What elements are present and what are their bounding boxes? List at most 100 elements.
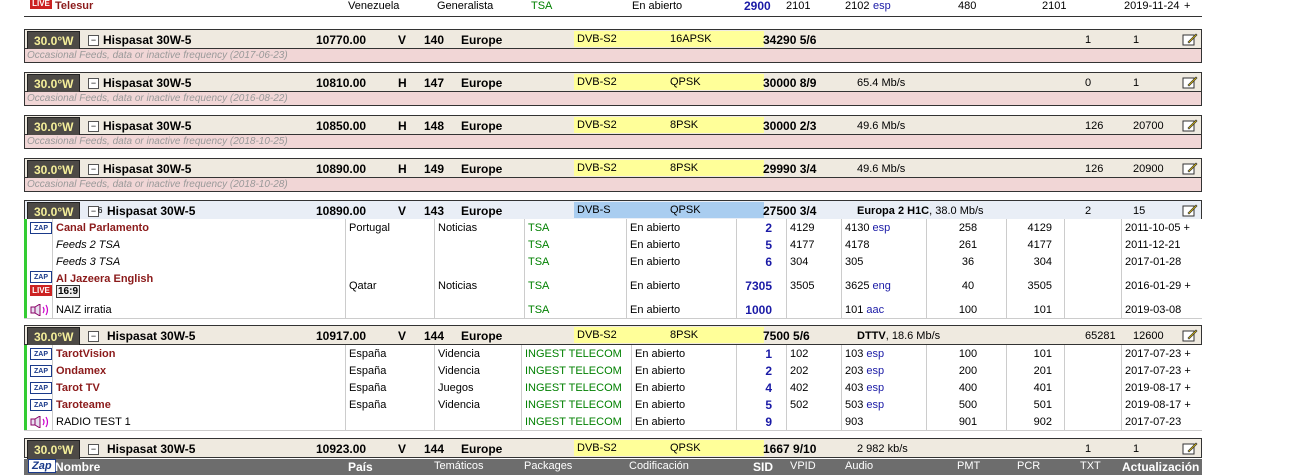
orbital-position[interactable]: 30.0°W [27,327,81,347]
zap-icon[interactable]: ZAP [30,221,52,234]
channel-name-cell: Taroteame [52,396,345,413]
channel-name[interactable]: NAIZ irratia [56,304,112,316]
satellite-name[interactable]: Hispasat 30W-5 [103,76,191,90]
channel-package[interactable]: TSA [524,270,626,301]
edit-icon[interactable] [1182,32,1198,46]
channel-row[interactable]: RADIO TEST 1 INGEST TELECOM En abierto 9… [24,413,1202,431]
col-date[interactable]: Actualización [1122,460,1199,474]
zap-icon[interactable]: ZAP [30,398,52,411]
beam: Europe [461,329,503,343]
transponder-number: 147 [424,76,445,90]
col-sid[interactable]: SID [753,460,773,474]
channel-vpid: 202 [786,362,841,379]
col-audio[interactable]: Audio [845,460,873,472]
beam: Europe [461,204,503,218]
channel-row[interactable]: ZAP Taroteame España Videncia INGEST TEL… [24,396,1202,414]
satellite-name[interactable]: Hispasat 30W-5 [103,119,191,133]
add-button[interactable]: + [1184,222,1190,234]
col-pmt[interactable]: PMT [957,460,980,472]
add-button[interactable]: + [1184,365,1190,377]
channel-package[interactable]: INGEST TELECOM [521,413,631,430]
channel-package[interactable]: INGEST TELECOM [521,379,631,396]
channel-row[interactable]: ZAP Tarot TV España Juegos INGEST TELECO… [24,379,1202,397]
channel-package[interactable]: TSA [524,236,626,253]
channel-row[interactable]: ZAP Ondamex España Videncia INGEST TELEC… [24,362,1202,380]
beam: Europe [461,119,503,133]
channel-name[interactable]: TarotVision [56,348,116,360]
channel-name[interactable]: Feeds 2 TSA [56,239,120,251]
satellite-name[interactable]: Hispasat 30W-5 [107,329,195,343]
collapse-icon[interactable]: − [88,444,99,455]
channel-vpid: 304 [786,253,841,270]
edit-icon[interactable] [1182,75,1198,89]
orbital-position[interactable]: 30.0°W [27,160,81,180]
edit-icon[interactable] [1182,328,1198,342]
collapse-icon[interactable]: − [88,35,99,46]
add-button[interactable]: + [1184,280,1190,292]
satellite-name[interactable]: Hispasat 30W-5 [107,442,195,456]
zap-icon[interactable]: ZAP [30,364,52,377]
orbital-position[interactable]: 30.0°W [27,31,81,51]
add-button[interactable]: + [1184,382,1190,394]
channel-name[interactable]: Tarot TV [56,382,100,394]
channel-pcr: 4177 [1006,236,1064,253]
collapse-icon[interactable]: − [88,78,99,89]
col-name[interactable]: Nombre [55,460,100,474]
channel-row[interactable]: Feeds 2 TSA TSA En abierto 5 4177 4178 2… [24,236,1202,254]
col-txt[interactable]: TXT [1080,460,1101,472]
edit-icon[interactable] [1182,161,1198,175]
zap-icon[interactable]: ZAP [30,381,52,394]
orbital-position[interactable]: 30.0°W [27,117,81,137]
channel-package[interactable]: TSA [531,0,552,12]
col-pcr[interactable]: PCR [1017,460,1040,472]
orbital-position[interactable]: 30.0°W [27,74,81,94]
channel-name[interactable]: Telesur [55,0,93,12]
channel-name[interactable]: Al Jazeera English [56,273,153,285]
edit-icon[interactable] [1182,118,1198,132]
channel-name[interactable]: Taroteame [56,399,111,411]
col-country[interactable]: País [348,460,373,474]
satellite-name[interactable]: Hispasat 30W-5 [107,204,195,218]
channel-pcr: 501 [1006,396,1064,413]
channel-genre: Noticias [434,219,524,236]
channel-row[interactable]: NAIZ irratia TSA En abierto 1000 101 aac… [24,301,1202,319]
transponder-header: 30.0°W − Hispasat 30W-5 10850.00 H 148 E… [24,115,1202,137]
col-encryption[interactable]: Codificación [629,460,689,472]
channel-package[interactable]: INGEST TELECOM [521,396,631,413]
channel-txt [1064,413,1121,430]
channel-name[interactable]: Feeds 3 TSA [56,256,120,268]
zap-icon[interactable]: ZAP [30,347,52,360]
add-button[interactable]: + [1184,0,1190,12]
channel-name[interactable]: Ondamex [56,365,106,377]
collapse-icon[interactable]: − [88,164,99,175]
channel-row-telesur[interactable]: LIVE Telesur Venezuela Generalista TSA E… [24,0,1202,17]
channel-row[interactable]: Feeds 3 TSA TSA En abierto 6 304 305 36 … [24,253,1202,271]
channel-package[interactable]: INGEST TELECOM [521,362,631,379]
orbital-position[interactable]: 30.0°W [27,440,81,460]
add-button[interactable]: + [1184,399,1190,411]
collapse-icon[interactable]: − [88,121,99,132]
channel-package[interactable]: TSA [524,253,626,270]
add-button[interactable]: + [1184,348,1190,360]
channel-name[interactable]: Canal Parlamento [56,222,149,234]
channel-package[interactable]: INGEST TELECOM [521,345,631,362]
channel-pmt: 480 [958,0,977,12]
satellite-name[interactable]: Hispasat 30W-5 [103,33,191,47]
col-genre[interactable]: Temáticos [434,460,484,472]
channel-package[interactable]: TSA [524,301,626,318]
edit-icon[interactable] [1182,441,1198,455]
collapse-icon[interactable]: − [88,331,99,342]
col-vpid[interactable]: VPID [790,460,816,472]
channel-genre: Videncia [434,362,521,379]
channel-row[interactable]: ZAP LIVE Al Jazeera English 16:9 Qatar No… [24,270,1202,302]
audio-lang: aac [866,303,885,316]
channel-row[interactable]: ZAP TarotVision España Videncia INGEST T… [24,345,1202,363]
channel-name[interactable]: RADIO TEST 1 [56,416,131,428]
col-packages[interactable]: Packages [524,460,572,472]
channel-package[interactable]: TSA [524,219,626,236]
channel-row[interactable]: ZAP Canal Parlamento Portugal Noticias T… [24,219,1202,237]
channel-genre: Videncia [434,345,521,362]
edit-icon[interactable] [1182,203,1198,217]
satellite-name[interactable]: Hispasat 30W-5 [103,162,191,176]
zap-icon[interactable]: ZAP [30,271,52,283]
